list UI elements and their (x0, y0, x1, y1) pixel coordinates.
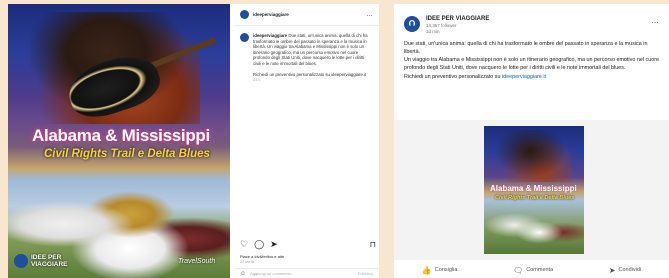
caption-time: 23 h (253, 78, 261, 83)
brand-logo-icon (14, 254, 28, 268)
image-title: Alabama & Mississippi (490, 184, 577, 193)
logo-line-2: VIAGGIARE (31, 261, 68, 268)
share-label: Condividi (618, 267, 642, 273)
post-header: ideeperviaggiare … (234, 4, 379, 26)
linkedin-post: ⮉ IDEE PER VIAGGIARE 14.367 follower 1d … (394, 4, 669, 278)
send-icon: ➤ (608, 265, 616, 275)
username[interactable]: ideeperviaggiare (253, 12, 366, 17)
caption-block: ideeperviaggiare Due stati, un'unica ani… (234, 26, 379, 82)
bookmark-icon[interactable]: ⊓ (370, 240, 376, 249)
logo-line-1: IDEE PER (31, 254, 62, 261)
action-bar: 👍 Consiglia 🗨 Commenta ➤ Condividi (394, 262, 669, 278)
brand-logo: IDEE PER VIAGGIARE (14, 254, 67, 268)
dancers-image (484, 206, 584, 254)
instagram-post: Alabama & Mississippi Civil Rights Trail… (8, 4, 379, 278)
send-icon[interactable]: ➤ (270, 239, 278, 250)
post-paragraph-1: Due stati, un'unica anima: quella di chi… (404, 41, 648, 55)
photo-title: Alabama & Mississippi (32, 126, 210, 145)
follower-count: 14.367 follower (426, 23, 457, 28)
post-sidebar: ideeperviaggiare … ideeperviaggiare Due … (234, 4, 379, 278)
post-photo[interactable]: Alabama & Mississippi Civil Rights Trail… (8, 4, 230, 278)
post-paragraph-2: Un viaggio tra Alabama e Mississippi non… (404, 57, 659, 71)
post-time: 1d min (426, 29, 440, 34)
like-label: Consiglia (434, 267, 458, 273)
photo-subtitle: Civil Rights Trail e Delta Blues (44, 148, 210, 160)
post-image[interactable]: Alabama & Mississippi Civil Rights Trail… (484, 126, 584, 254)
thumbs-up-icon: 👍 (421, 265, 432, 275)
share-button[interactable]: ➤ Condividi (609, 266, 641, 275)
cta-link[interactable]: ideeperviaggiare.it (502, 74, 546, 80)
caption-cta: Richiedi un preventivo personalizzato su… (253, 71, 367, 77)
action-bar: ♡ ◯ ➤ ⊓ (240, 239, 376, 250)
page-name[interactable]: IDEE PER VIAGGIARE (426, 16, 489, 22)
post-date: 23 ore fa (240, 260, 255, 264)
page-avatar[interactable]: ⮉ (404, 16, 420, 32)
caption-avatar[interactable] (240, 33, 249, 42)
comment-label: Commenta (526, 267, 554, 273)
comment-icon[interactable]: ◯ (254, 239, 264, 250)
emoji-icon[interactable]: ☺ (240, 271, 246, 277)
image-subtitle: Civil Rights Trail e Delta Blues (495, 195, 575, 201)
heart-icon[interactable]: ♡ (240, 239, 248, 250)
comment-input[interactable]: Aggiungi un commento... (250, 271, 354, 276)
like-button[interactable]: 👍 Consiglia (422, 266, 458, 275)
post-media: Alabama & Mississippi Civil Rights Trail… (394, 120, 669, 260)
comment-bar: ☺ Aggiungi un commento... Pubblica (234, 268, 379, 278)
comment-icon: 🗨 (513, 265, 524, 275)
caption-text: Due stati, un'unica anima: quella di chi… (253, 33, 368, 66)
post-header: ⮉ IDEE PER VIAGGIARE 14.367 follower 1d … (394, 4, 669, 34)
post-body: Due stati, un'unica anima: quella di chi… (394, 34, 669, 72)
musician-image (496, 130, 572, 182)
comment-button[interactable]: 🗨 Commenta (513, 266, 553, 275)
avatar[interactable] (240, 10, 249, 19)
post-cta: Richiedi un preventivo personalizzato su… (394, 72, 669, 80)
cta-text: Richiedi un preventivo personalizzato su (404, 74, 502, 80)
partner-logo: TravelSouth (178, 258, 216, 265)
more-options-icon[interactable]: … (651, 16, 659, 25)
caption-username[interactable]: ideeperviaggiare (253, 33, 287, 38)
likes-text[interactable]: Piace a idv&ferlino e altri (240, 254, 284, 259)
more-options-icon[interactable]: … (366, 11, 373, 18)
publish-button[interactable]: Pubblica (358, 271, 373, 276)
